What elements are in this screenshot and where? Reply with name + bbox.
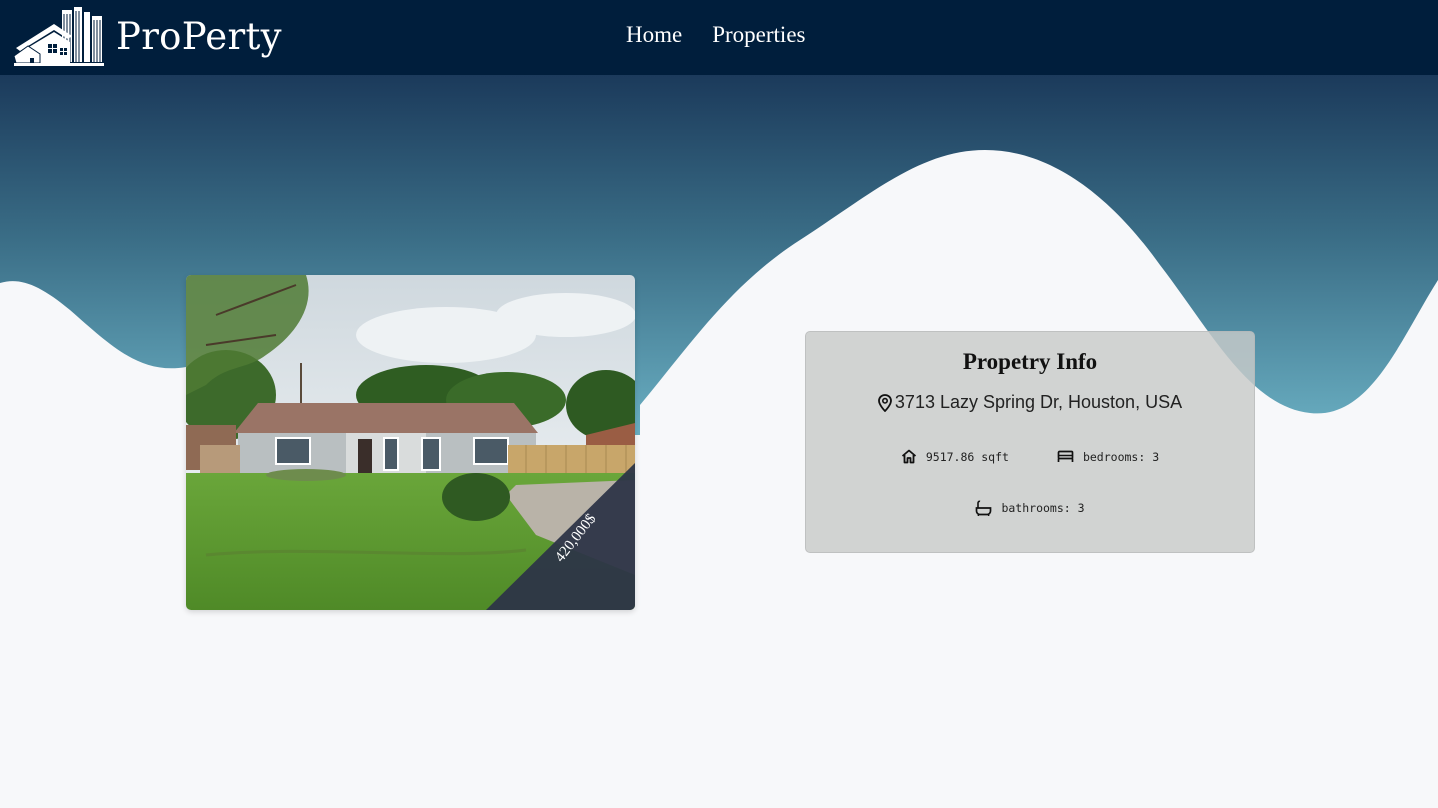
address-row: 3713 Lazy Spring Dr, Houston, USA xyxy=(806,392,1254,413)
bedrooms-text: bedrooms: 3 xyxy=(1082,449,1160,464)
stats-row: 9517.86 sqft bedrooms: 3 xyxy=(806,449,1254,464)
area-stat: 9517.86 sqft xyxy=(901,449,1009,464)
property-info-card: Propetry Info 3713 Lazy Spring Dr, Houst… xyxy=(805,331,1255,553)
bed-icon xyxy=(1057,450,1074,462)
home-icon xyxy=(901,449,916,464)
navbar: ProPerty Home Properties xyxy=(0,0,1438,75)
info-title: Propetry Info xyxy=(962,349,1098,374)
brand-name: ProPerty xyxy=(116,14,282,58)
houses-buildings-logo-icon xyxy=(14,7,104,66)
bedrooms-stat: bedrooms: 3 xyxy=(1057,450,1159,464)
bathrooms-text: bathrooms: 3 xyxy=(1001,501,1085,515)
brand[interactable]: ProPerty xyxy=(14,6,282,66)
address-text: 3713 Lazy Spring Dr, Houston, USA xyxy=(894,392,1183,412)
map-pin-icon xyxy=(878,393,892,412)
nav-properties-link[interactable]: Properties xyxy=(712,22,805,48)
nav-links: Home Properties xyxy=(626,22,805,48)
nav-home-link[interactable]: Home xyxy=(626,22,682,48)
bathtub-icon xyxy=(976,500,992,516)
stats-row-bathrooms: bathrooms: 3 xyxy=(806,500,1254,516)
area-text: 9517.86 sqft xyxy=(925,449,1009,464)
bathrooms-stat: bathrooms: 3 xyxy=(975,500,1085,516)
